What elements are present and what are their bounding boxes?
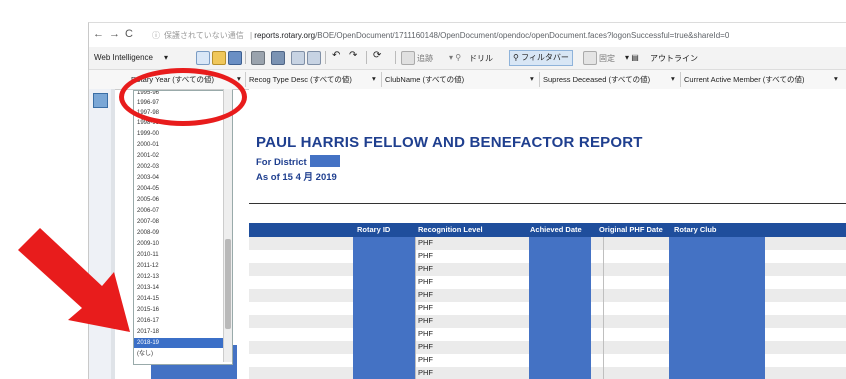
- redacted-rotary-club-column: [669, 237, 765, 379]
- dropdown-option[interactable]: 2007-08: [137, 217, 159, 227]
- chevron-down-icon[interactable]: ▾: [372, 74, 376, 83]
- as-of-date: As of 15 4 月 2019: [256, 172, 337, 183]
- redo-icon[interactable]: ↷: [349, 50, 357, 61]
- info-icon: ⓘ: [152, 31, 160, 40]
- filter-supress-deceased[interactable]: Supress Deceased (すべての値): [543, 74, 650, 85]
- url-field[interactable]: ⓘ 保護されていない通信 | reports.rotary.org/BOE/Ope…: [152, 30, 729, 41]
- dropdown-option[interactable]: 2005-06: [137, 195, 159, 205]
- recognition-level-cell: PHF: [418, 329, 433, 338]
- reload-icon[interactable]: C: [125, 28, 133, 40]
- dropdown-option[interactable]: 2001-02: [137, 151, 159, 161]
- header-recognition-level[interactable]: Recognition Level: [418, 225, 483, 234]
- recognition-level-cell: PHF: [418, 303, 433, 312]
- scrollbar-thumb[interactable]: [225, 239, 231, 329]
- dropdown-option[interactable]: 2003-04: [137, 173, 159, 183]
- report-title: PAUL HARRIS FELLOW AND BENEFACTOR REPORT: [256, 134, 643, 151]
- recognition-level-cell: PHF: [418, 238, 433, 247]
- report-divider: [249, 203, 846, 204]
- dropdown-option[interactable]: 1999-00: [137, 129, 159, 139]
- dropdown-option[interactable]: 2002-03: [137, 162, 159, 172]
- recognition-level-cell: PHF: [418, 264, 433, 273]
- recognition-level-cell: PHF: [418, 316, 433, 325]
- header-achieved-date[interactable]: Achieved Date: [530, 225, 582, 234]
- header-rotary-club[interactable]: Rotary Club: [674, 225, 717, 234]
- filter-recog-type[interactable]: Recog Type Desc (すべての値): [249, 74, 352, 85]
- recognition-level-cell: PHF: [418, 355, 433, 364]
- recognition-level-cell: PHF: [418, 290, 433, 299]
- toolbar-divider: [366, 51, 367, 64]
- copy-icon[interactable]: [291, 51, 305, 65]
- security-text: 保護されていない通信: [164, 31, 244, 40]
- outline-button[interactable]: アウトライン: [650, 53, 698, 64]
- dropdown-option[interactable]: 2000-01: [137, 140, 159, 150]
- track-icon: [401, 51, 415, 65]
- open-folder-icon[interactable]: [212, 51, 226, 65]
- dropdown-option-selected[interactable]: 2018-19: [134, 338, 227, 348]
- filter-divider: [245, 72, 246, 87]
- filter-bar-button[interactable]: ⚲ フィルタバー: [509, 50, 573, 66]
- filter-icon: ⚲: [513, 53, 522, 62]
- drill-icon[interactable]: ▾ ⚲: [449, 53, 461, 62]
- filter-clubname[interactable]: ClubName (すべての値): [385, 74, 464, 85]
- report-canvas: PAUL HARRIS FELLOW AND BENEFACTOR REPORT…: [249, 89, 846, 379]
- forward-icon[interactable]: →: [109, 28, 120, 40]
- track-button[interactable]: 追跡: [417, 53, 433, 64]
- filter-divider: [381, 72, 382, 87]
- annotation-arrow-icon: [18, 228, 130, 332]
- chevron-down-icon[interactable]: ▾: [530, 74, 534, 83]
- fix-button[interactable]: 固定: [599, 53, 615, 64]
- redacted-rotary-id-column: [353, 237, 415, 379]
- fix-icon: [583, 51, 597, 65]
- chevron-down-icon[interactable]: ▾: [164, 53, 168, 62]
- for-district-label: For District: [256, 157, 307, 168]
- dropdown-option[interactable]: (なし): [137, 349, 153, 359]
- column-divider: [415, 223, 416, 379]
- wi-toolbar: Web Intelligence ▾ ↶ ↷ ⟳ 追跡 ▾ ⚲ ドリル ⚲ フィ…: [89, 47, 846, 70]
- new-doc-icon[interactable]: [196, 51, 210, 65]
- outline-icon[interactable]: ▾ ▤: [625, 53, 639, 62]
- recognition-level-cell: PHF: [418, 251, 433, 260]
- web-intelligence-menu[interactable]: Web Intelligence: [94, 53, 153, 62]
- back-icon[interactable]: ←: [93, 28, 104, 40]
- url-host: reports.rotary.org: [254, 31, 316, 40]
- toolbar-divider: [325, 51, 326, 64]
- recognition-level-cell: PHF: [418, 368, 433, 377]
- toolbar-divider: [395, 51, 396, 64]
- dropdown-option[interactable]: 2006-07: [137, 206, 159, 216]
- recognition-level-cell: PHF: [418, 342, 433, 351]
- for-district-line: For District: [256, 155, 340, 168]
- filter-current-active-member[interactable]: Current Active Member (すべての値): [684, 74, 804, 85]
- filter-divider: [539, 72, 540, 87]
- refresh-icon[interactable]: ⟳: [373, 50, 381, 61]
- filter-bar-label: フィルタバー: [521, 53, 569, 62]
- export-icon[interactable]: [307, 51, 321, 65]
- dropdown-scrollbar[interactable]: [223, 89, 232, 362]
- save-icon[interactable]: [228, 51, 242, 65]
- dropdown-option[interactable]: 2004-05: [137, 184, 159, 194]
- print-icon[interactable]: [251, 51, 265, 65]
- annotation-circle: [119, 68, 247, 126]
- chevron-down-icon[interactable]: ▾: [834, 74, 838, 83]
- column-divider: [603, 223, 604, 379]
- toolbar-divider: [245, 51, 246, 64]
- header-rotary-id[interactable]: Rotary ID: [357, 225, 390, 234]
- address-bar: ← → C ⓘ 保護されていない通信 | reports.rotary.org/B…: [89, 23, 846, 47]
- recognition-level-cell: PHF: [418, 277, 433, 286]
- drill-button[interactable]: ドリル: [469, 53, 493, 64]
- header-original-phf-date[interactable]: Original PHF Date: [599, 225, 663, 234]
- chevron-down-icon[interactable]: ▾: [671, 74, 675, 83]
- redacted-district: [309, 155, 340, 167]
- undo-icon[interactable]: ↶: [332, 50, 340, 61]
- filter-divider: [680, 72, 681, 87]
- redacted-achieved-date-column: [529, 237, 591, 379]
- find-icon[interactable]: [271, 51, 285, 65]
- url-path: /BOE/OpenDocument/1711160148/OpenDocumen…: [315, 31, 730, 40]
- table-header: Rotary ID Recognition Level Achieved Dat…: [249, 223, 846, 237]
- navigation-map-icon[interactable]: [93, 93, 108, 108]
